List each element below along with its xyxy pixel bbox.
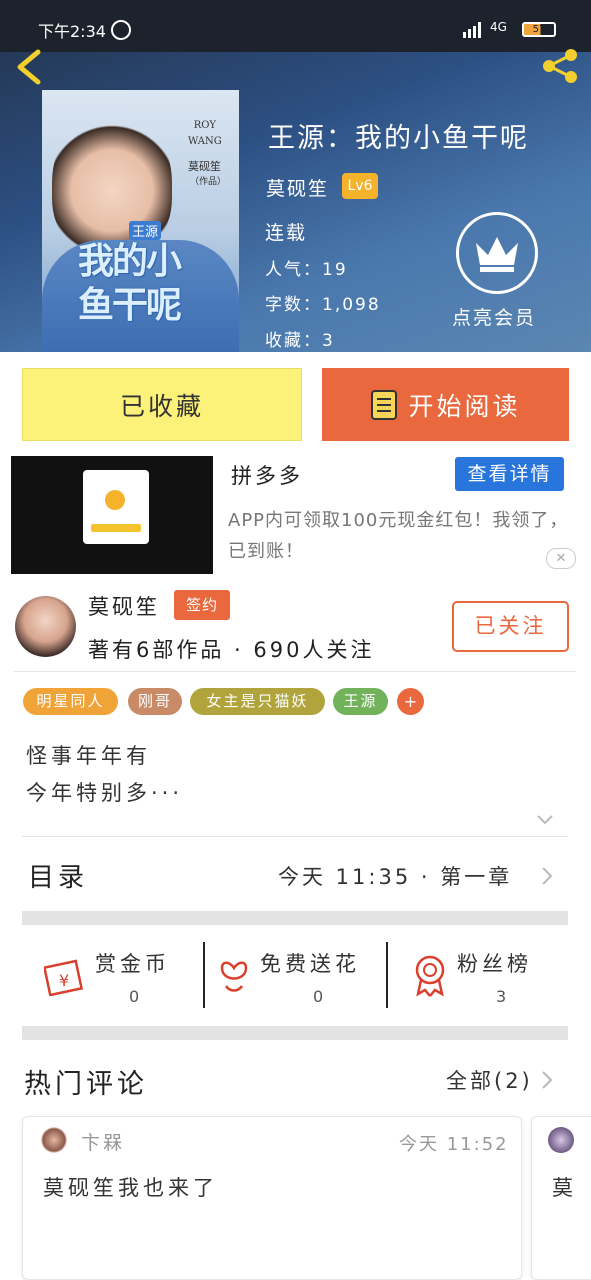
- vip-button[interactable]: [456, 212, 538, 294]
- chevron-left-icon: [17, 49, 41, 85]
- book-icon: [371, 389, 398, 420]
- reward-fans[interactable]: 粉丝榜 3: [400, 940, 568, 1010]
- book-popularity: 人气：19: [265, 260, 348, 280]
- ad-title[interactable]: 拼多多: [231, 460, 303, 490]
- tag-item[interactable]: 明星同人: [23, 688, 118, 715]
- hot-comments-title: 热门评论: [24, 1069, 148, 1100]
- comment-card[interactable]: 莫: [531, 1116, 591, 1280]
- book-favorites: 收藏：3: [265, 331, 335, 351]
- cover-subtitle: 王源: [129, 221, 162, 240]
- ad-image[interactable]: [11, 456, 213, 574]
- reward-value: 3: [496, 987, 507, 1006]
- commenter-avatar[interactable]: [548, 1127, 574, 1153]
- commenter-avatar[interactable]: [41, 1127, 67, 1153]
- reward-value: 0: [129, 987, 140, 1006]
- signed-badge: 签约: [174, 590, 230, 620]
- book-cover[interactable]: ROY WANG 莫砚笙 （作品） 王源 我的小鱼干呢: [42, 90, 239, 352]
- alarm-icon: [111, 20, 131, 40]
- start-reading-label: 开始阅读: [408, 391, 521, 421]
- cover-note: （作品）: [190, 177, 227, 187]
- share-icon: [543, 49, 577, 83]
- reward-label: 免费送花: [260, 952, 360, 976]
- reward-value: 0: [313, 987, 324, 1006]
- all-comments-chevron-icon[interactable]: [540, 1069, 554, 1095]
- reward-coin[interactable]: ¥ 赏金币 0: [40, 940, 200, 1010]
- cover-author: 莫砚笙: [188, 160, 221, 173]
- reward-label: 粉丝榜: [457, 952, 532, 976]
- expand-chevron-icon[interactable]: [535, 812, 555, 831]
- signal-icon: [463, 20, 485, 38]
- follow-button[interactable]: 已关注: [452, 601, 569, 652]
- author-name[interactable]: 莫砚笙: [88, 591, 160, 621]
- tag-item[interactable]: 王源: [333, 688, 388, 715]
- divider: [22, 836, 568, 837]
- section-separator: [22, 911, 568, 925]
- favorited-label: 已收藏: [119, 391, 204, 421]
- status-time: 下午2:34: [38, 22, 106, 41]
- toc-chevron-icon[interactable]: [540, 865, 554, 891]
- description-line: 怪事年年有: [26, 744, 151, 768]
- book-title: 王源：我的小鱼干呢: [268, 123, 529, 154]
- ad-close-button[interactable]: ✕: [546, 548, 576, 569]
- cover-en-title: ROY WANG: [188, 120, 222, 147]
- ad-image-bar: [91, 524, 141, 532]
- crown-icon: [476, 237, 518, 272]
- coin-envelope-icon: ¥: [44, 959, 84, 996]
- ad-image-card: [83, 470, 149, 544]
- tag-item[interactable]: 刚哥: [128, 688, 182, 715]
- status-bar: 下午2:34 4G 57: [0, 0, 591, 52]
- flower-icon: [220, 961, 248, 992]
- favorited-button[interactable]: 已收藏: [22, 368, 302, 441]
- book-author[interactable]: 莫砚笙: [266, 174, 329, 201]
- back-button[interactable]: [14, 48, 44, 86]
- comment-text: 莫: [552, 1176, 573, 1200]
- description-line: 今年特别多···: [26, 781, 184, 805]
- comment-card[interactable]: 卞槑 今天 11:52 莫砚笙我也来了: [22, 1116, 522, 1280]
- svg-text:¥: ¥: [59, 971, 69, 990]
- toc-label[interactable]: 目录: [28, 857, 88, 894]
- medal-icon: [415, 955, 445, 997]
- book-state: 连载: [265, 222, 308, 244]
- battery-icon: 57: [522, 22, 556, 37]
- cover-big-title: 我的小鱼干呢: [78, 241, 182, 326]
- author-avatar[interactable]: [15, 596, 76, 657]
- tag-item[interactable]: 女主是只猫妖: [190, 688, 325, 715]
- level-badge: Lv6: [342, 173, 378, 199]
- coin-graphic: [105, 490, 125, 510]
- ad-detail-button[interactable]: 查看详情: [455, 457, 564, 491]
- divider: [203, 942, 205, 1008]
- ad-description[interactable]: APP内可领取100元现金红包！我领了，已到账！: [228, 505, 578, 567]
- vip-label[interactable]: 点亮会员: [452, 303, 536, 330]
- reward-label: 赏金币: [95, 952, 170, 976]
- author-meta: 著有6部作品 · 690人关注: [88, 638, 375, 662]
- share-button[interactable]: [540, 46, 580, 86]
- all-comments-link[interactable]: 全部(2): [446, 1065, 533, 1095]
- comment-time: 今天 11:52: [399, 1134, 509, 1155]
- battery-level: 57: [532, 24, 546, 35]
- commenter-name[interactable]: 卞槑: [81, 1128, 125, 1155]
- book-words: 字数：1,098: [265, 295, 381, 315]
- toc-latest[interactable]: 今天 11:35 · 第一章: [278, 861, 512, 891]
- network-type: 4G: [490, 20, 507, 34]
- comment-text: 莫砚笙我也来了: [43, 1176, 218, 1200]
- reward-flower[interactable]: 免费送花 0: [210, 940, 382, 1010]
- add-tag-button[interactable]: +: [397, 688, 424, 715]
- start-reading-button[interactable]: 开始阅读: [322, 368, 569, 441]
- divider: [14, 671, 576, 672]
- divider: [386, 942, 388, 1008]
- section-separator: [22, 1026, 568, 1040]
